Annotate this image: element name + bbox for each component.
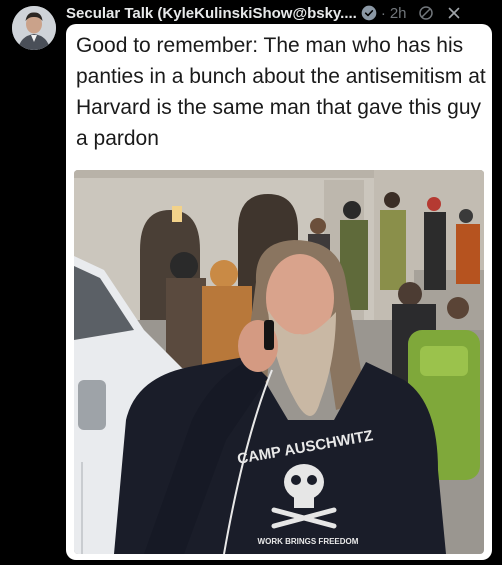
avatar-image	[12, 6, 56, 50]
author-name[interactable]: Secular Talk (KyleKulinskiShow@bsky....	[66, 5, 357, 22]
post-header: Secular Talk (KyleKulinskiShow@bsky.... …	[66, 2, 494, 24]
avatar[interactable]	[12, 6, 56, 50]
post-caption: Good to remember: The man who has his pa…	[76, 34, 486, 150]
hoodie-text-bottom: WORK BRINGS FREEDOM	[258, 537, 359, 546]
verified-badge-icon	[361, 5, 377, 21]
photo-illustration: CAMP AUSCHWITZ WORK BRINGS FREEDOM	[74, 170, 484, 554]
post-photo[interactable]: CAMP AUSCHWITZ WORK BRINGS FREEDOM	[74, 170, 484, 554]
no-sign-icon[interactable]	[417, 4, 435, 22]
post-time[interactable]: 2h	[390, 5, 407, 22]
time-separator: ·	[380, 4, 386, 22]
close-icon[interactable]	[445, 4, 463, 22]
post: Secular Talk (KyleKulinskiShow@bsky.... …	[0, 0, 502, 565]
post-media-card[interactable]: Good to remember: The man who has his pa…	[66, 24, 492, 560]
